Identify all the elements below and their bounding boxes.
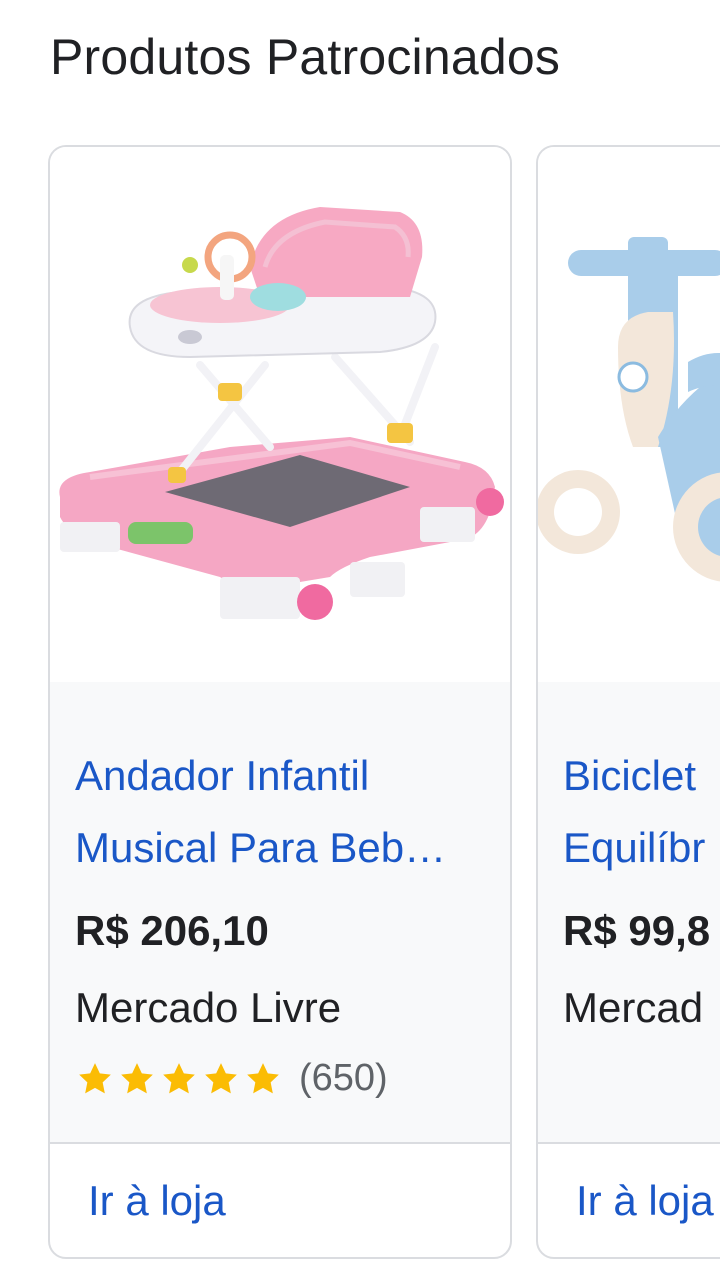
go-to-store-link[interactable]: Ir à loja <box>576 1177 714 1225</box>
product-info: Andador Infantil Musical Para Beb… R$ 20… <box>50 682 510 1142</box>
star-icon <box>79 1062 111 1093</box>
product-rating: (650) <box>75 1057 388 1100</box>
product-title-line: Andador Infantil <box>75 752 370 799</box>
product-price: R$ 99,8 <box>563 907 711 954</box>
product-title-link[interactable]: Biciclet Equilíbr <box>563 740 720 884</box>
baby-walker-illustration <box>59 207 504 620</box>
go-to-store-link[interactable]: Ir à loja <box>88 1177 226 1225</box>
star-icon <box>121 1062 153 1093</box>
product-title-line: Musical Para Beb… <box>75 824 447 871</box>
product-card[interactable]: Biciclet Equilíbr R$ 99,8 Mercad Ir à lo… <box>536 145 720 1259</box>
product-seller: Mercad <box>563 984 704 1031</box>
product-image-balance-bike[interactable] <box>538 147 720 682</box>
product-title-line: Biciclet <box>563 752 697 799</box>
star-icon <box>205 1062 237 1093</box>
product-image-baby-walker[interactable] <box>50 147 510 682</box>
section-title: Produtos Patrocinados <box>50 29 561 85</box>
product-title-line: Equilíbr <box>563 824 706 871</box>
balance-bike-illustration <box>538 237 720 582</box>
sponsored-products-page: Produtos Patrocinados Andador Infantil M… <box>0 0 720 1280</box>
product-info: Biciclet Equilíbr R$ 99,8 Mercad <box>538 682 720 1142</box>
card-divider <box>538 1142 720 1144</box>
card-divider <box>50 1142 510 1144</box>
product-carousel[interactable]: Andador Infantil Musical Para Beb… R$ 20… <box>0 145 720 1265</box>
rating-stars <box>75 1059 283 1099</box>
product-card[interactable]: Andador Infantil Musical Para Beb… R$ 20… <box>48 145 512 1259</box>
product-seller: Mercado Livre <box>75 984 342 1031</box>
product-title-link[interactable]: Andador Infantil Musical Para Beb… <box>75 740 495 884</box>
star-icon <box>163 1062 195 1093</box>
product-price: R$ 206,10 <box>75 907 269 954</box>
rating-count: (650) <box>299 1057 388 1099</box>
star-icon <box>247 1062 279 1093</box>
